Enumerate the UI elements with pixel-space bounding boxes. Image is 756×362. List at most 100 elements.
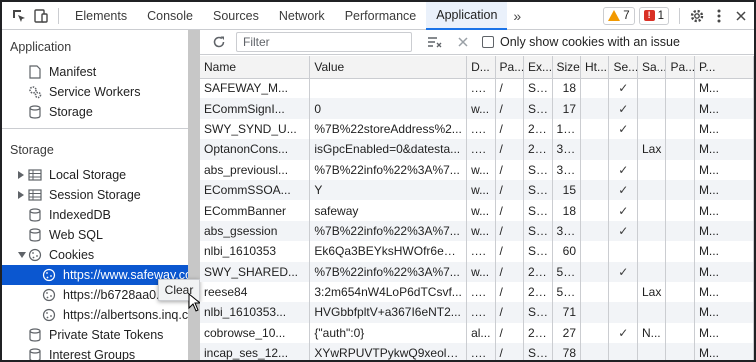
column-header-secure[interactable]: Se... [608,56,638,79]
sidebar-item-interest-groups[interactable]: Interest Groups [28,345,135,360]
cell-size: 18 [552,78,582,99]
tab-elements[interactable]: Elements [65,2,137,30]
cell-expires: Se... [523,200,553,221]
cell-domain: .sa... [466,241,496,262]
cell-partition-key [665,159,695,180]
sidebar-item-service-workers[interactable]: Service Workers [28,82,140,102]
table-row[interactable]: nlbi_1610353 Ek6Qa3BEYksHWOfr6eN... .sa...… [200,241,754,262]
sidebar-item-indexeddb[interactable]: IndexedDB [28,205,111,225]
device-toolbar-icon[interactable] [30,5,52,27]
tab-performance[interactable]: Performance [335,2,427,30]
sidebar-item-local-storage[interactable]: Local Storage [18,165,126,185]
more-tabs-icon[interactable]: » [507,8,527,24]
cell-path: / [495,281,525,303]
column-header-value[interactable]: Value [309,56,468,79]
table-body: SAFEWAY_M... .sa... / Se... 18 ✓ M... ECommSign… [200,78,754,360]
sidebar-item-private-state-tokens[interactable]: Private State Tokens [28,325,163,345]
sidebar-item-cookie-origin-albertsons[interactable]: https://albertsons.inq.com [42,305,205,325]
chevron-right-icon[interactable] [18,171,24,179]
table-row[interactable]: incap_ses_12... XYwRPUVTPykwQ9xeolL8... .s… [200,343,754,360]
column-header-name[interactable]: Name [200,56,311,79]
cell-value: isGpcEnabled=0&datesta... [309,139,468,160]
cell-expires: Se... [523,159,553,180]
delete-selected-icon[interactable] [452,31,474,53]
database-icon [28,348,42,360]
cell-httponly [580,179,610,201]
toolbar-separator [58,7,59,24]
sidebar-item-label: Service Workers [49,85,141,99]
sidebar-item-storage[interactable]: Storage [28,102,93,122]
error-icon: ! [643,10,655,21]
cell-secure [608,302,638,323]
cell-size: 71 [552,302,582,323]
cell-size: 551 [552,281,582,303]
cell-value: {"auth":0} [309,322,468,344]
cell-domain: .sa... [466,302,496,323]
cell-httponly [580,139,610,160]
table-row[interactable]: OptanonCons... isGpcEnabled=0&datesta....… [200,139,754,160]
table-row[interactable]: SWY_SYND_U... %7B%22storeAddress%2... .sa.… [200,118,754,140]
column-header-samesite[interactable]: Sa... [637,56,667,79]
cell-path: / [495,302,525,323]
tab-application[interactable]: Application [426,2,508,30]
cell-httponly [580,281,610,303]
column-header-partition-key[interactable]: Pa... [665,56,695,79]
file-icon [28,65,42,79]
sidebar-item-web-sql[interactable]: Web SQL [28,225,103,245]
only-issues-checkbox[interactable] [482,36,494,48]
table-row[interactable]: reese84 3:2m654nW4LoP6dTCsvf... .sa.../20.… [200,281,754,303]
cell-name: abs_gsession [200,220,311,242]
cell-secure [608,343,638,360]
table-icon [28,168,42,182]
tab-network[interactable]: Network [269,2,335,30]
sidebar-item-cookie-origin-b6728aa0[interactable]: https://b6728aa0... [42,285,167,305]
database-icon [28,328,42,342]
chevron-right-icon[interactable] [18,191,24,199]
table-row[interactable]: cobrowse_10... {"auth":0} al.../20... 27 ✓ N.… [200,322,754,344]
cell-size: 60 [552,241,582,262]
cell-secure: ✓ [608,200,638,221]
column-header-expires[interactable]: Ex... [523,56,553,79]
column-header-domain[interactable]: D... [466,56,496,79]
cell-domain: .w... [466,139,496,160]
sidebar-item-session-storage[interactable]: Session Storage [18,185,141,205]
column-header-httponly[interactable]: Ht... [580,56,610,79]
chevron-down-icon[interactable] [18,252,26,258]
table-row[interactable]: SAFEWAY_M... .sa... / Se... 18 ✓ M... [200,78,754,99]
cookies-table: Name Value D... Pa... Ex... Size Ht... Se... Sa.… [200,56,754,360]
tab-sources[interactable]: Sources [203,2,269,30]
table-row[interactable]: abs_previousl... %7B%22info%22%3A%7... w..… [200,159,754,180]
table-row[interactable]: abs_gsession %7B%22info%22%3A%7... w... / Se… [200,220,754,242]
gear-icon[interactable] [686,5,708,27]
sidebar-item-label: Manifest [49,65,97,79]
cell-samesite [637,220,667,242]
table-row[interactable]: SWY_SHARED... %7B%22info%22%3A%7... w.../2… [200,261,754,282]
refresh-icon[interactable] [208,31,230,53]
errors-badge[interactable]: ! 1 [638,6,669,25]
warnings-badge[interactable]: 7 [603,6,635,25]
table-row[interactable]: ECommSSOA... Yw... / Se... 15 ✓ M... [200,179,754,201]
cell-expires: 20... [523,281,553,303]
column-header-path[interactable]: Pa... [495,56,525,79]
sidebar-item-manifest[interactable]: Manifest [28,62,96,82]
close-icon[interactable] [730,5,752,27]
table-row[interactable]: ECommBanner safeway w... / Se... 18 ✓ M... [200,200,754,221]
inspect-element-icon[interactable] [8,5,30,27]
column-header-priority[interactable]: P... [694,56,754,79]
cell-priority: M... [694,241,754,262]
cell-value: HVGbbfpltV+a367I6eNT2... [309,302,468,323]
table-row[interactable]: nlbi_1610353... HVGbbfpltV+a367I6eNT2....… [200,302,754,323]
kebab-menu-icon[interactable] [708,5,730,27]
devtools-window: Elements Console Sources Network Perform… [0,0,756,362]
tab-console[interactable]: Console [137,2,203,30]
sidebar-item-cookies[interactable]: Cookies [18,245,94,265]
column-header-size[interactable]: Size [552,56,582,79]
cell-size: 368 [552,159,582,180]
clear-filtered-icon[interactable] [424,31,446,53]
cell-path: / [495,200,525,221]
filter-input[interactable]: Filter [236,32,412,52]
cell-value: safeway [309,200,468,221]
table-row[interactable]: ECommSignI... 0 w... / Se... 17 ✓ M... [200,98,754,119]
sidebar-item-label: Web SQL [49,228,103,242]
cell-name: ECommSSOA... [200,179,311,201]
